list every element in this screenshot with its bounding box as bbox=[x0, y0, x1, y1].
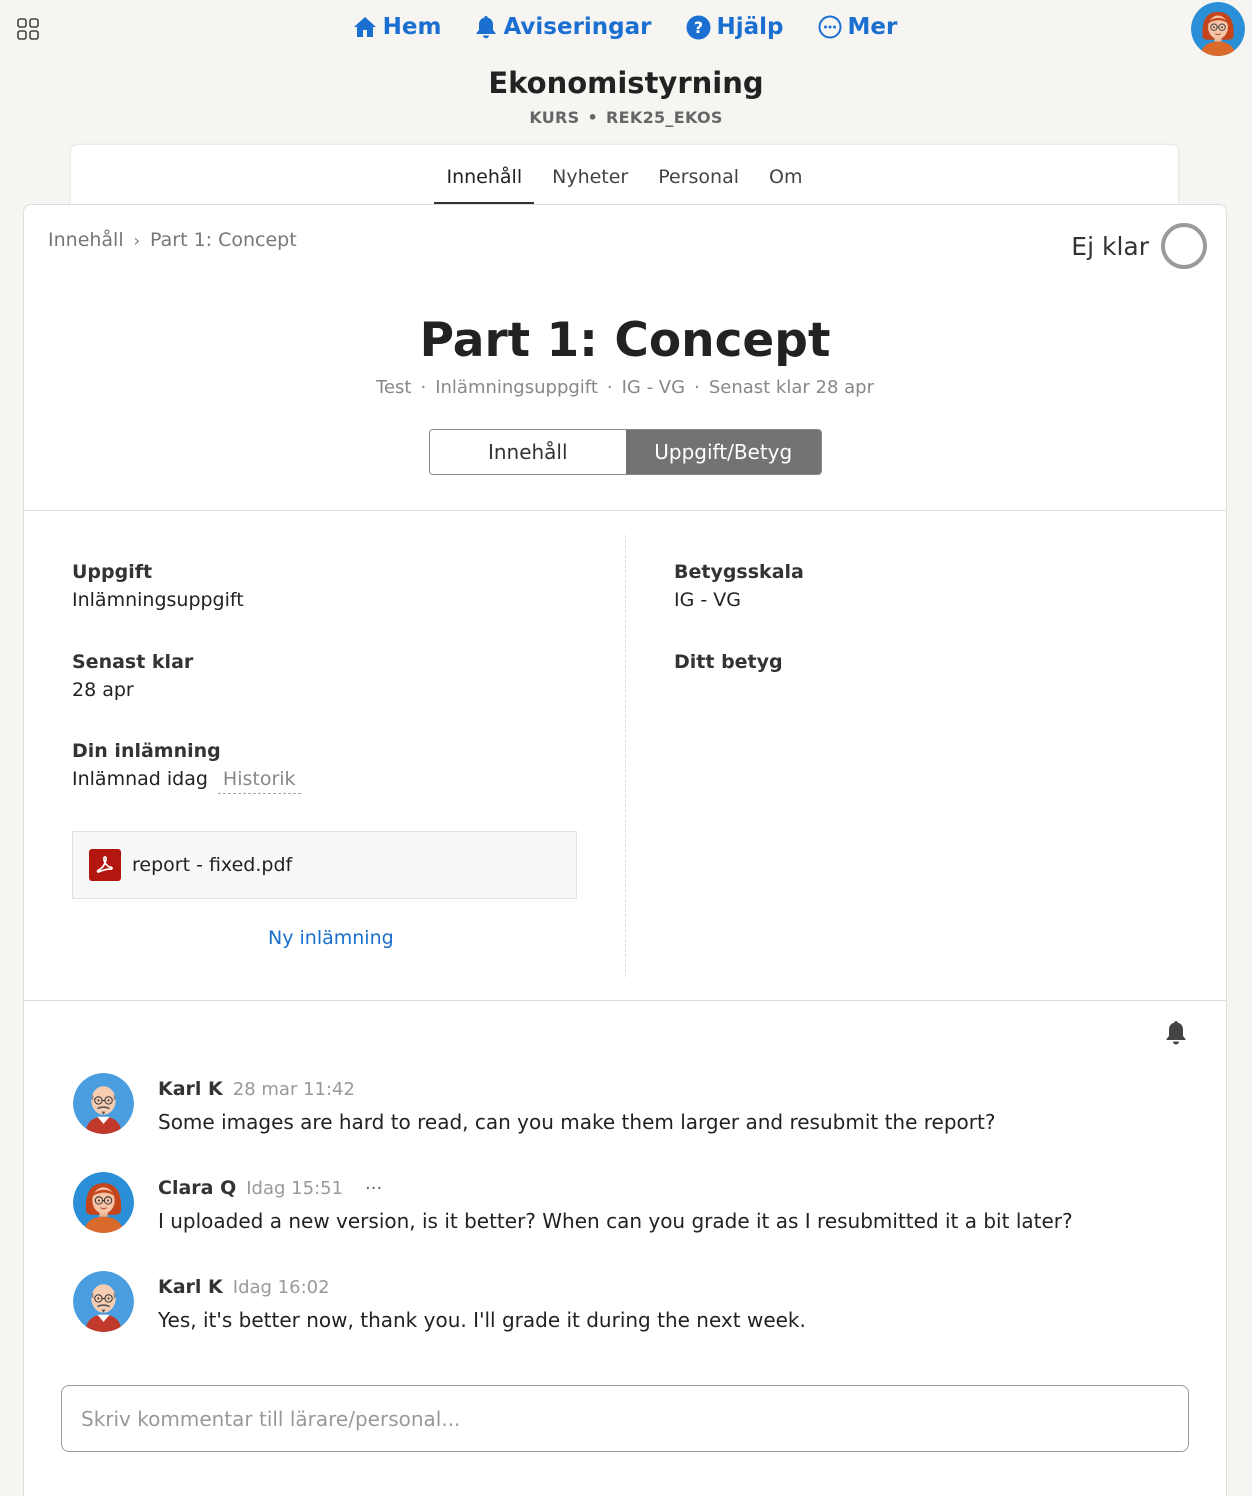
tab-about[interactable]: Om bbox=[757, 146, 814, 205]
nav-notifications-label: Aviseringar bbox=[503, 14, 652, 40]
comment-author: Karl K bbox=[158, 1276, 223, 1298]
meta-grade-scale: IG - VG bbox=[621, 377, 686, 398]
comment-author: Karl K bbox=[158, 1078, 223, 1100]
avatar bbox=[73, 1271, 134, 1332]
grade-scale-value: IG - VG bbox=[674, 589, 741, 611]
your-grade-label: Ditt betyg bbox=[674, 651, 783, 673]
comment-time: Idag 15:51 bbox=[246, 1178, 344, 1199]
meta-type: Test bbox=[376, 377, 412, 398]
avatar bbox=[73, 1073, 134, 1134]
pdf-icon bbox=[89, 849, 121, 881]
assignment-card: Innehåll › Part 1: Concept Ej klar Part 1:… bbox=[23, 204, 1227, 1496]
comment-author: Clara Q bbox=[158, 1177, 237, 1199]
comment-text: Some images are hard to read, can you ma… bbox=[158, 1110, 996, 1134]
nav-more-link[interactable]: Mer bbox=[818, 10, 898, 44]
breadcrumb-separator: › bbox=[133, 231, 141, 250]
more-circle-icon bbox=[818, 15, 842, 39]
new-submission-link[interactable]: Ny inlämning bbox=[268, 927, 394, 949]
column-divider bbox=[625, 535, 626, 977]
comment-header: Karl K Idag 16:02 bbox=[158, 1276, 330, 1298]
breadcrumb-root[interactable]: Innehåll bbox=[48, 229, 124, 251]
comment-notifications-bell-icon[interactable] bbox=[1165, 1020, 1187, 1050]
assignment-label: Uppgift bbox=[72, 561, 153, 583]
user-avatar[interactable] bbox=[1191, 2, 1245, 56]
comment-text: I uploaded a new version, is it better? … bbox=[158, 1209, 1073, 1233]
submitted-file[interactable]: report - fixed.pdf bbox=[72, 831, 577, 899]
nav-help-link[interactable]: ? Hjälp bbox=[686, 10, 784, 44]
nav-home-label: Hem bbox=[382, 14, 442, 40]
comment-header: Karl K 28 mar 11:42 bbox=[158, 1078, 355, 1100]
submission-label: Din inlämning bbox=[72, 740, 221, 762]
home-icon bbox=[353, 15, 377, 39]
nav-notifications-link[interactable]: Aviseringar bbox=[475, 10, 652, 44]
view-grade-button[interactable]: Uppgift/Betyg bbox=[625, 430, 821, 474]
submission-value: Inlämnad idag bbox=[72, 768, 208, 790]
assignment-meta: Test · Inlämningsuppgift · IG - VG · Senast kl… bbox=[24, 377, 1226, 398]
help-circle-icon: ? bbox=[686, 15, 711, 40]
tab-news[interactable]: Nyheter bbox=[540, 146, 640, 205]
page-title: Part 1: Concept bbox=[419, 313, 831, 368]
tab-staff[interactable]: Personal bbox=[646, 146, 751, 205]
section-divider bbox=[24, 1000, 1226, 1001]
nav-help-label: Hjälp bbox=[716, 14, 784, 40]
separator-dot: • bbox=[587, 108, 599, 127]
course-type: KURS bbox=[529, 108, 580, 127]
section-divider bbox=[24, 510, 1226, 511]
view-toggle: Innehåll Uppgift/Betyg bbox=[429, 429, 822, 475]
meta-assignment-kind: Inlämningsuppgift bbox=[435, 377, 598, 398]
assignment-value: Inlämningsuppgift bbox=[72, 589, 244, 611]
comment-time: Idag 16:02 bbox=[232, 1277, 330, 1298]
course-code: REK25_EKOS bbox=[606, 108, 723, 127]
avatar bbox=[73, 1172, 134, 1233]
comment-input[interactable] bbox=[61, 1385, 1189, 1452]
status-circle-icon bbox=[1161, 223, 1207, 269]
file-name: report - fixed.pdf bbox=[132, 854, 293, 876]
deadline-label: Senast klar bbox=[72, 651, 194, 673]
submission-status: Inlämnad idag Historik bbox=[72, 768, 301, 794]
nav-more-label: Mer bbox=[847, 14, 898, 40]
status-label: Ej klar bbox=[1071, 231, 1149, 261]
meta-dot: · bbox=[606, 377, 613, 398]
comment-time: 28 mar 11:42 bbox=[232, 1079, 355, 1100]
meta-deadline: Senast klar 28 apr bbox=[708, 377, 874, 398]
comment-text: Yes, it's better now, thank you. I'll gr… bbox=[158, 1308, 806, 1332]
course-subtitle: KURS • REK25_EKOS bbox=[0, 108, 1252, 127]
meta-dot: · bbox=[694, 377, 700, 398]
comment-more-menu-icon[interactable]: ··· bbox=[365, 1178, 382, 1199]
course-tabs: Innehåll Nyheter Personal Om bbox=[71, 145, 1178, 205]
view-content-button[interactable]: Innehåll bbox=[430, 430, 626, 474]
tab-content[interactable]: Innehåll bbox=[434, 146, 535, 205]
meta-dot: · bbox=[420, 377, 427, 398]
deadline-value: 28 apr bbox=[72, 679, 134, 701]
breadcrumb: Innehåll › Part 1: Concept bbox=[48, 229, 297, 251]
svg-text:?: ? bbox=[693, 18, 702, 37]
top-navigation: Hem Aviseringar ? Hjälp Mer bbox=[0, 0, 1252, 58]
comment-header: Clara Q Idag 15:51 ··· bbox=[158, 1177, 382, 1199]
nav-home-link[interactable]: Hem bbox=[353, 10, 442, 44]
bell-icon bbox=[475, 15, 497, 39]
history-link[interactable]: Historik bbox=[217, 768, 301, 794]
grade-scale-label: Betygsskala bbox=[674, 561, 804, 583]
course-title: Ekonomistyrning bbox=[488, 66, 764, 100]
completion-status-toggle[interactable]: Ej klar bbox=[1071, 223, 1207, 269]
breadcrumb-current: Part 1: Concept bbox=[150, 229, 297, 251]
